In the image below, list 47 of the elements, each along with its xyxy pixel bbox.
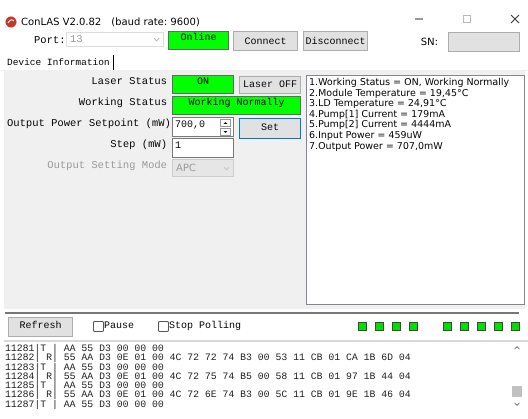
chevron-down-icon: [223, 166, 230, 170]
laser-off-button[interactable]: Laser OFF: [239, 76, 301, 94]
log-line: 11282| R| 55 AA D3 0E 01 00 4C 72 72 74 B3 00 53 11 CB 01 CA 1B 6D 04: [5, 353, 412, 363]
info-line: 4.Pump[1] Current = 179mA: [309, 110, 446, 120]
chevron-down-icon: [153, 37, 160, 42]
field-label: Laser Status: [90, 75, 167, 90]
info-line: 1.Working Status = ON, Working Normally: [309, 78, 510, 88]
app-logo-icon: [5, 16, 17, 28]
sn-field: [448, 32, 520, 52]
log-line: 11281|T | AA 55 D3 00 00 00: [5, 344, 165, 354]
field-label: Working Status: [78, 96, 167, 111]
spin-down-icon[interactable]: [220, 128, 231, 136]
window-title: ConLAS V2.0.82: [21, 17, 102, 28]
field-label: Step (mW): [109, 138, 167, 153]
port-label: Port:: [34, 34, 64, 47]
set-button[interactable]: Set: [239, 118, 301, 139]
connection-status: Online: [168, 31, 229, 50]
log-line: 11287|T | AA 55 D3 00 00 00: [5, 400, 165, 410]
scroll-up-icon[interactable]: [513, 344, 521, 351]
log-line: 11284| R| 55 AA D3 0E 01 00 4C 72 75 74 B5 00 58 11 CB 01 97 1B 44 04: [5, 372, 412, 382]
checkbox-label: Stop Polling: [169, 321, 242, 332]
checkbox-label: Pause: [104, 321, 134, 332]
spin-up-icon[interactable]: [220, 119, 231, 127]
checkbox[interactable]: [158, 321, 170, 332]
baud-rate-label: (baud rate: 9600): [111, 17, 200, 28]
sn-label: SN:: [420, 36, 438, 48]
working-status-indicator: Working Normally: [172, 96, 301, 115]
refresh-button[interactable]: Refresh: [8, 316, 73, 336]
info-line: 6.Input Power = 459uW: [309, 130, 423, 142]
checkbox[interactable]: [93, 321, 104, 332]
info-line: 2.Module Temperature = 19,45°C: [309, 88, 470, 99]
log-line: 11286| R| 55 AA D3 0E 01 00 4C 72 6E 74 B3 00 5C 11 CB 01 9E 1B 46 04: [5, 390, 412, 400]
step-field[interactable]: 1: [172, 138, 234, 158]
info-line: 7.Output Power = 707,0mW: [309, 142, 444, 152]
close-icon[interactable]: [510, 14, 520, 24]
scroll-thumb[interactable]: [512, 386, 522, 397]
toolbar-button[interactable]: Connect: [233, 31, 298, 51]
field-label: Output Setting Mode: [46, 159, 167, 174]
log-line: 11285|T | AA 55 D3 00 00 00: [5, 381, 165, 390]
scroll-down-icon[interactable]: [513, 401, 521, 408]
info-line: 5.Pump[2] Current = 4444mA: [309, 120, 452, 131]
laser-status-indicator: ON: [172, 75, 234, 94]
setpoint-spinbox[interactable]: 700,0: [172, 117, 234, 137]
info-line: 3.LD Temperature = 24,91°C: [309, 99, 448, 110]
field-label: Output Power Setpoint (mW): [7, 117, 167, 132]
log-line: 11283|T | AA 55 D3 00 00 00: [5, 362, 165, 372]
toolbar-button[interactable]: Disconnect: [303, 31, 368, 51]
